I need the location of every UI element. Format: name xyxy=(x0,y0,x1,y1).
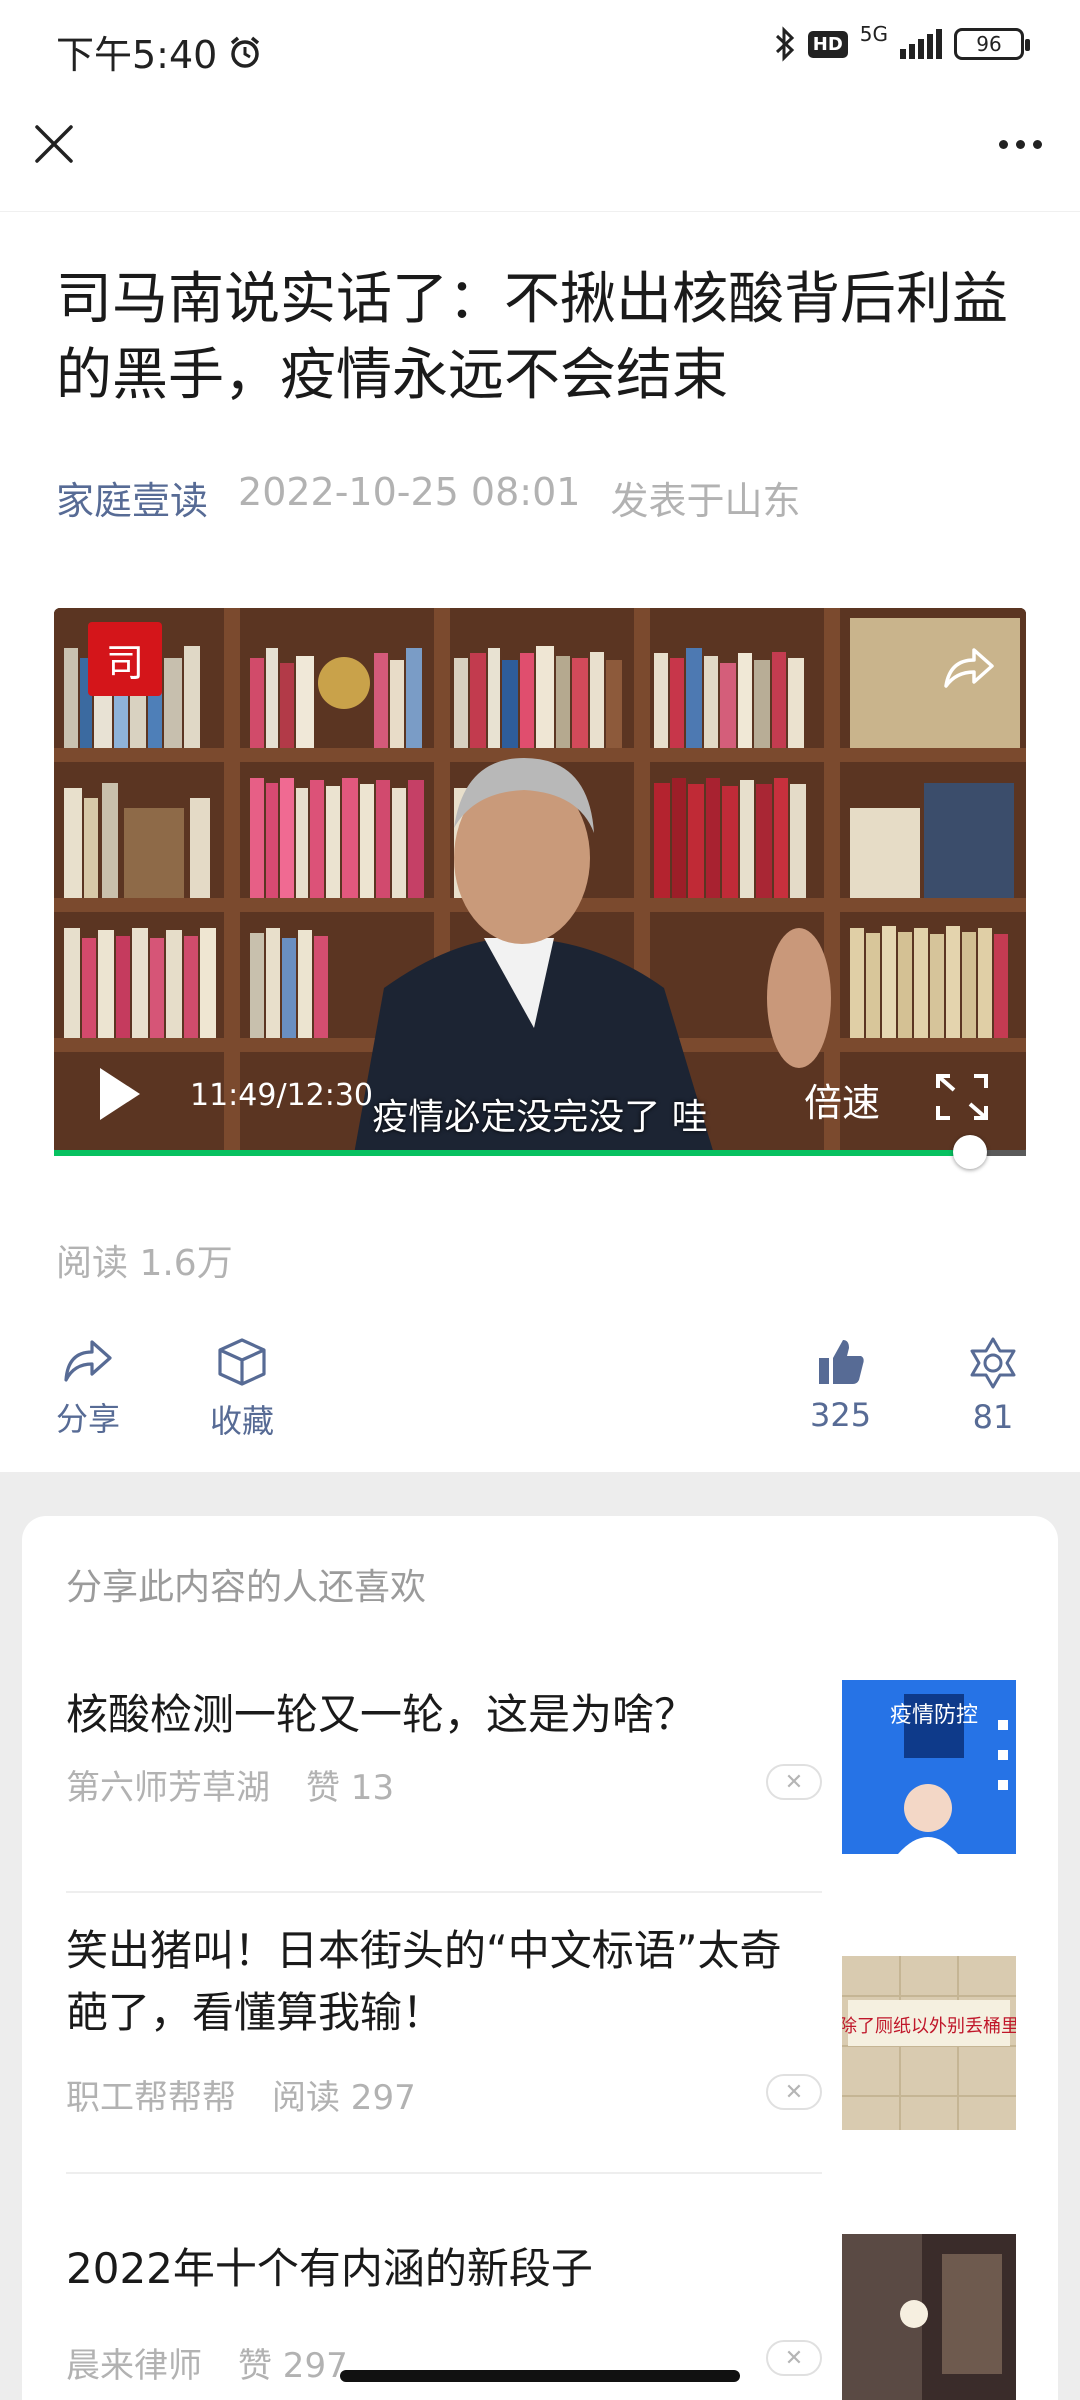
favorite-button[interactable]: 收藏 xyxy=(210,1336,274,1442)
recommendation-stat: 赞 13 xyxy=(306,1768,395,1808)
signal-icon xyxy=(900,29,942,59)
thumbnail-image: 疫情防控 xyxy=(842,1680,1016,1854)
thumbnail-image xyxy=(842,2234,1016,2400)
thumbs-up-icon xyxy=(818,1340,864,1384)
recommendation-source: 第六师芳草湖 xyxy=(66,1768,270,1808)
article-meta: 家庭壹读 2022-10-25 08:01 发表于山东 xyxy=(56,470,800,525)
recommendation-meta: 职工帮帮帮 阅读 297 xyxy=(66,2070,416,2119)
video-share-icon[interactable] xyxy=(940,642,1000,692)
video-progress-bar[interactable] xyxy=(54,1135,1026,1169)
recommendation-thumbnail: 疫情防控 xyxy=(842,1680,1016,1854)
battery-icon: 96 xyxy=(954,28,1030,60)
home-indicator[interactable] xyxy=(340,2370,740,2382)
status-bar: 下午5:40 HD 5G 96 xyxy=(0,0,1080,96)
status-time-text: 下午5:40 xyxy=(56,33,218,77)
alarm-icon xyxy=(231,36,260,68)
close-button[interactable] xyxy=(28,118,80,170)
recommendation-title: 笑出猪叫！日本街头的“中文标语”太奇葩了，看懂算我输！ xyxy=(66,1926,782,2037)
dismiss-icon[interactable]: ✕ xyxy=(766,1764,822,1800)
recommendation-item[interactable]: 核酸检测一轮又一轮，这是为啥？ 第六师芳草湖 赞 13 ✕ 疫情防控 xyxy=(66,1658,1016,1858)
recommendation-stat: 赞 297 xyxy=(238,2346,348,2386)
status-icons: HD 5G 96 xyxy=(774,22,1030,62)
recommendation-header: 分享此内容的人还喜欢 xyxy=(66,1567,427,1608)
video-player[interactable]: 司 11:49/12:30 疫情必定没完没了 哇 倍速 xyxy=(54,608,1026,1154)
recommendation-item[interactable]: 笑出猪叫！日本街头的“中文标语”太奇葩了，看懂算我输！ 职工帮帮帮 阅读 297… xyxy=(66,1920,1016,2180)
recommendation-card: 分享此内容的人还喜欢 核酸检测一轮又一轮，这是为啥？ 第六师芳草湖 赞 13 ✕… xyxy=(22,1516,1058,2400)
recommendation-thumbnail xyxy=(842,2234,1016,2400)
more-dots-icon xyxy=(998,139,1008,149)
author-link[interactable]: 家庭壹读 xyxy=(56,470,208,525)
favorite-label: 收藏 xyxy=(210,1402,275,1440)
recommendation-thumbnail: 除了厕纸以外别丢桶里 xyxy=(842,1956,1016,2130)
read-count: 阅读 1.6万 xyxy=(56,1243,233,1284)
recommendation-stat: 阅读 297 xyxy=(272,2078,416,2118)
recommendation-source: 晨来律师 xyxy=(66,2346,202,2386)
divider xyxy=(66,2172,822,2174)
thumbnail-text: 疫情防控 xyxy=(890,1703,978,1728)
recommendation-title: 核酸检测一轮又一轮，这是为啥？ xyxy=(66,1690,697,1739)
recommendation-meta: 晨来律师 赞 297 xyxy=(66,2338,348,2387)
video-subtitle: 疫情必定没完没了 哇 xyxy=(372,1097,708,1138)
wow-count: 81 xyxy=(972,1398,1014,1436)
like-button[interactable]: 325 xyxy=(810,1336,871,1434)
battery-level: 96 xyxy=(976,32,1002,56)
fullscreen-icon[interactable] xyxy=(934,1072,990,1122)
bluetooth-icon xyxy=(775,26,794,62)
dismiss-icon[interactable]: ✕ xyxy=(766,2074,822,2110)
wow-star-icon xyxy=(970,1337,1016,1389)
nav-bar xyxy=(0,96,1080,212)
like-count: 325 xyxy=(810,1396,872,1434)
publish-datetime: 2022-10-25 08:01 xyxy=(238,470,581,514)
article-title: 司马南说实话了：不揪出核酸背后利益的黑手，疫情永远不会结束 xyxy=(56,267,1008,408)
status-time: 下午5:40 xyxy=(56,24,263,79)
divider xyxy=(66,1891,822,1893)
video-progress-fill xyxy=(54,1150,971,1156)
video-controls: 11:49/12:30 疫情必定没完没了 哇 倍速 xyxy=(54,1044,1026,1154)
more-button[interactable] xyxy=(988,118,1052,170)
dismiss-icon[interactable]: ✕ xyxy=(766,2340,822,2376)
share-label: 分享 xyxy=(56,1400,121,1438)
wow-button[interactable]: 81 xyxy=(966,1336,1020,1436)
share-button[interactable]: 分享 xyxy=(56,1336,120,1440)
recommendation-meta: 第六师芳草湖 赞 13 xyxy=(66,1760,394,1809)
network-type: 5G xyxy=(859,22,888,46)
channel-logo: 司 xyxy=(88,622,162,696)
playback-speed-button[interactable]: 倍速 xyxy=(804,1072,880,1127)
video-progress-knob[interactable] xyxy=(953,1135,988,1169)
hd-badge: HD xyxy=(807,30,848,58)
share-icon xyxy=(64,1340,112,1382)
thumbnail-image: 除了厕纸以外别丢桶里 xyxy=(842,1956,1016,2130)
publish-location: 发表于山东 xyxy=(610,479,801,523)
close-icon xyxy=(35,125,73,163)
thumbnail-text: 除了厕纸以外别丢桶里 xyxy=(842,2016,1016,2037)
favorite-cube-icon xyxy=(218,1338,266,1386)
recommendation-source: 职工帮帮帮 xyxy=(66,2078,236,2118)
action-bar: 分享 收藏 325 81 xyxy=(0,1336,1080,1466)
recommendation-title: 2022年十个有内涵的新段子 xyxy=(66,2244,593,2293)
